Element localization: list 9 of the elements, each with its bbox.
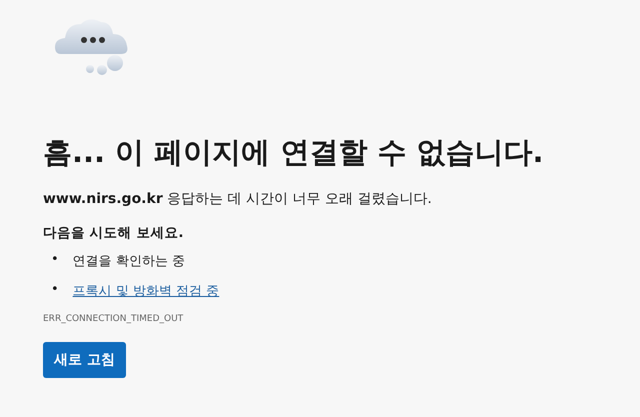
bullet: • [51,252,59,269]
error-message: www.nirs.go.kr 응답하는 데 시간이 너무 오래 걸렸습니다. [43,190,432,208]
bullet: • [51,282,59,299]
error-code: ERR_CONNECTION_TIMED_OUT [43,314,184,324]
suggestion-link[interactable]: 프록시 및 방화벽 점검 중 [72,282,220,300]
refresh-button[interactable]: 새로 고침 [43,342,126,378]
suggestions-title: 다음을 시도해 보세요. [43,224,184,242]
suggestion-text: 연결을 확인하는 중 [72,253,185,270]
error-heading: 흠... 이 페이지에 연결할 수 없습니다. [43,134,544,171]
